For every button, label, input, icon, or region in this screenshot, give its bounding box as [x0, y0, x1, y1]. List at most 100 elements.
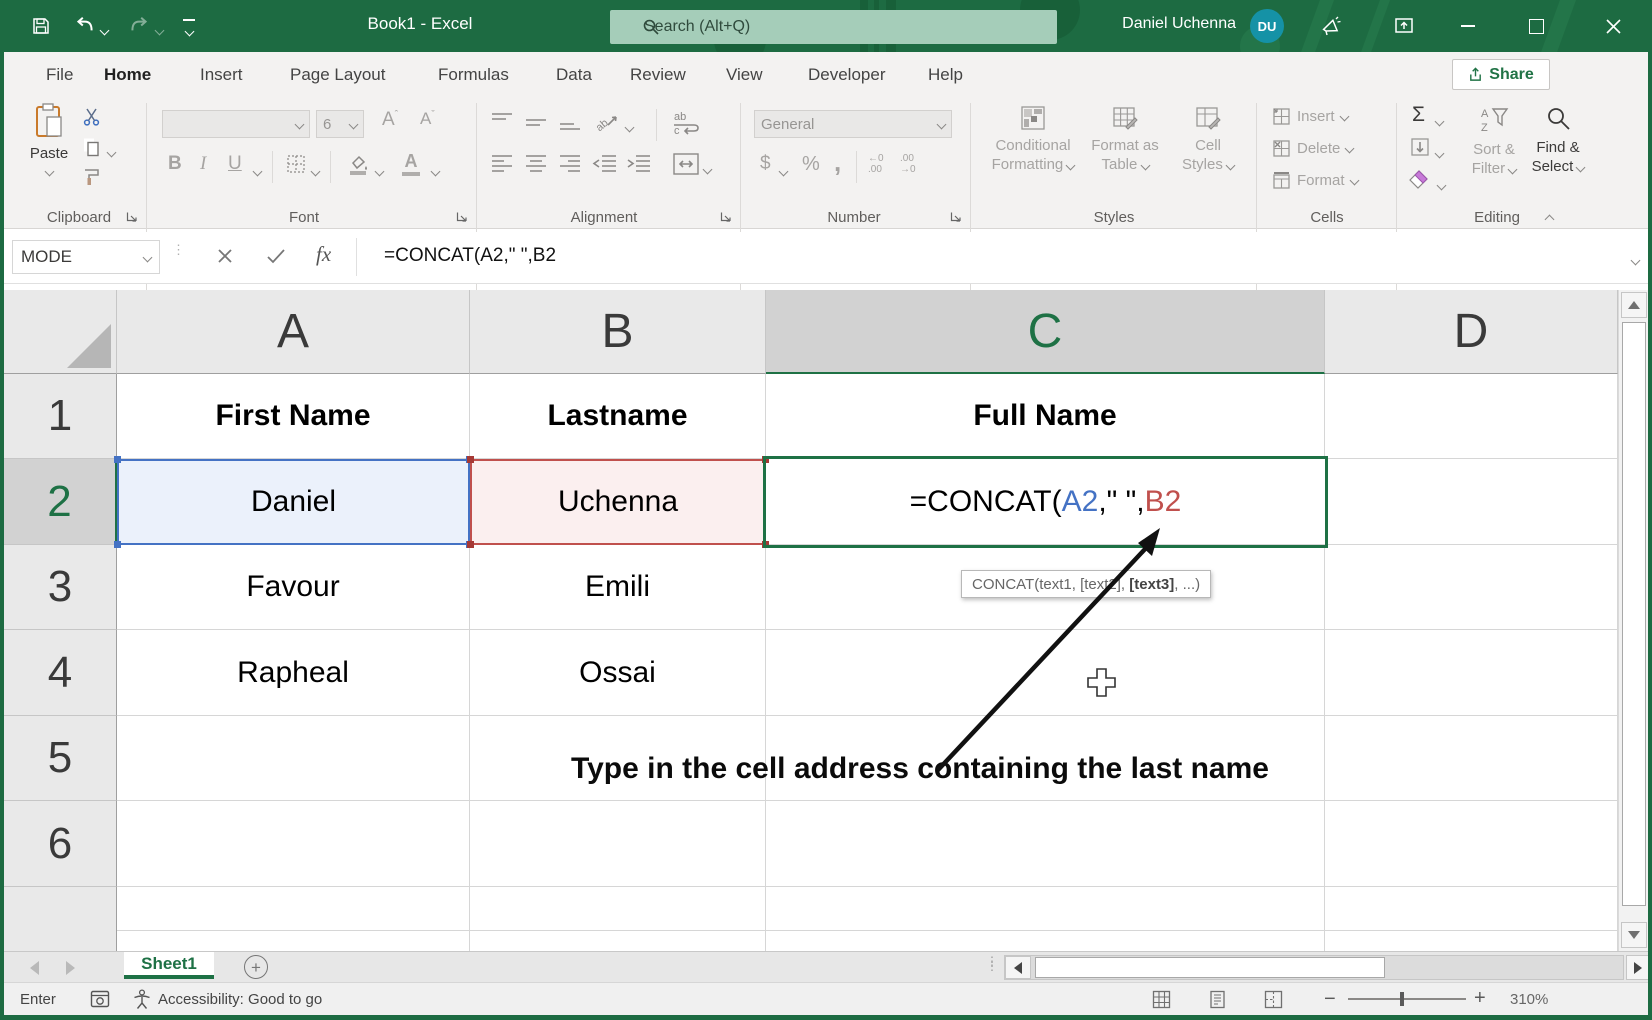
- fill-button[interactable]: [1410, 137, 1430, 157]
- clipboard-dialog-launcher-icon[interactable]: [126, 211, 138, 223]
- tab-data[interactable]: Data: [552, 52, 596, 97]
- font-color-button[interactable]: A: [402, 151, 420, 176]
- column-header-a[interactable]: A: [117, 290, 470, 374]
- font-color-dropdown-icon[interactable]: [432, 163, 439, 181]
- cell-C4[interactable]: [766, 630, 1325, 716]
- expand-formula-bar-icon[interactable]: [1632, 252, 1639, 270]
- format-as-table-button[interactable]: Format asTable: [1082, 105, 1168, 174]
- decrease-decimal-button[interactable]: .00→0: [900, 153, 916, 175]
- cell-C7[interactable]: [766, 887, 1325, 931]
- bold-button[interactable]: B: [168, 153, 182, 175]
- cell-A1[interactable]: First Name: [117, 374, 470, 459]
- decrease-font-size-button[interactable]: Aˇ: [420, 109, 435, 129]
- cell-B7[interactable]: [470, 887, 766, 931]
- number-dialog-launcher-icon[interactable]: [950, 211, 962, 223]
- collapse-ribbon-button[interactable]: [1546, 211, 1553, 229]
- clear-button[interactable]: [1406, 169, 1432, 191]
- comma-style-button[interactable]: ,: [834, 147, 841, 178]
- font-size-select[interactable]: 6: [316, 110, 364, 138]
- insert-cells-button[interactable]: Insert: [1272, 107, 1348, 126]
- zoom-slider-track[interactable]: [1348, 998, 1466, 1000]
- cell-C2-formula[interactable]: =CONCAT(A2," ",B2: [766, 459, 1325, 545]
- scroll-up-button[interactable]: [1621, 292, 1647, 318]
- tab-insert[interactable]: Insert: [196, 52, 247, 97]
- tab-home[interactable]: Home: [100, 52, 155, 100]
- cell-styles-button[interactable]: CellStyles: [1172, 105, 1244, 174]
- orientation-button[interactable]: ab: [594, 109, 620, 135]
- cell-D3[interactable]: [1325, 545, 1618, 630]
- cell-D2[interactable]: [1325, 459, 1618, 545]
- merge-center-button[interactable]: [672, 151, 700, 177]
- cell-D8[interactable]: [1325, 931, 1618, 951]
- cell-B6[interactable]: [470, 801, 766, 887]
- sort-filter-button[interactable]: AZ Sort &Filter: [1462, 105, 1526, 178]
- sheet-nav-prev-icon[interactable]: [30, 961, 39, 975]
- align-left-button[interactable]: [490, 153, 514, 175]
- align-center-button[interactable]: [524, 153, 548, 175]
- column-header-b[interactable]: B: [470, 290, 766, 374]
- undo-dropdown-icon[interactable]: [101, 22, 108, 40]
- scroll-right-button[interactable]: [1626, 955, 1650, 980]
- copy-button[interactable]: [82, 137, 115, 162]
- feedback-megaphone-icon[interactable]: [1316, 13, 1344, 39]
- tab-formulas[interactable]: Formulas: [434, 52, 513, 97]
- column-header-d[interactable]: D: [1325, 290, 1618, 374]
- vertical-scrollbar[interactable]: [1618, 290, 1648, 951]
- cut-button[interactable]: [82, 107, 102, 132]
- minimize-button[interactable]: [1444, 0, 1492, 52]
- cell-B3[interactable]: Emili: [470, 545, 766, 630]
- select-all-corner[interactable]: [4, 290, 117, 374]
- underline-button[interactable]: U: [228, 153, 242, 175]
- cell-C6[interactable]: [766, 801, 1325, 887]
- cell-A6[interactable]: [117, 801, 470, 887]
- formula-bar-input[interactable]: =CONCAT(A2," ",B2: [384, 245, 556, 267]
- cell-D6[interactable]: [1325, 801, 1618, 887]
- user-name[interactable]: Daniel Uchenna: [1106, 15, 1236, 33]
- quick-access-toolbar-menu[interactable]: [182, 19, 196, 41]
- increase-decimal-button[interactable]: ←0.00: [868, 153, 884, 175]
- increase-indent-button[interactable]: [626, 153, 652, 175]
- format-painter-button[interactable]: [82, 167, 102, 192]
- borders-button[interactable]: [286, 154, 306, 174]
- wrap-text-button[interactable]: abc: [672, 109, 700, 135]
- redo-dropdown-icon[interactable]: [156, 22, 163, 40]
- alignment-dialog-launcher-icon[interactable]: [720, 211, 732, 223]
- autosum-dropdown-icon[interactable]: [1436, 113, 1443, 131]
- format-cells-button[interactable]: Format: [1272, 171, 1358, 190]
- cell-D7[interactable]: [1325, 887, 1618, 931]
- cell-B2[interactable]: Uchenna: [470, 459, 766, 545]
- cell-C1[interactable]: Full Name: [766, 374, 1325, 459]
- close-button[interactable]: [1588, 0, 1638, 52]
- sheet-tab-sheet1[interactable]: Sheet1: [124, 952, 214, 979]
- cancel-entry-icon[interactable]: [216, 247, 234, 265]
- undo-button[interactable]: [70, 13, 100, 39]
- scroll-left-button[interactable]: [1005, 956, 1031, 979]
- cell-A2[interactable]: Daniel: [117, 459, 470, 545]
- cell-A7[interactable]: [117, 887, 470, 931]
- row-header-2[interactable]: 2: [4, 459, 117, 545]
- zoom-slider-thumb[interactable]: [1400, 992, 1404, 1006]
- align-right-button[interactable]: [558, 153, 582, 175]
- cell-A5[interactable]: [117, 716, 470, 801]
- maximize-button[interactable]: [1512, 0, 1560, 52]
- share-button[interactable]: Share: [1452, 59, 1550, 90]
- row-header-4[interactable]: 4: [4, 630, 117, 716]
- align-bottom-button[interactable]: [558, 111, 582, 133]
- horizontal-scroll-thumb[interactable]: [1035, 957, 1385, 978]
- orientation-dropdown-icon[interactable]: [626, 119, 633, 137]
- cell-D4[interactable]: [1325, 630, 1618, 716]
- align-top-button[interactable]: [490, 111, 514, 133]
- cell-C8[interactable]: [766, 931, 1325, 951]
- number-format-select[interactable]: General: [754, 110, 952, 138]
- decrease-indent-button[interactable]: [592, 153, 618, 175]
- conditional-formatting-button[interactable]: ConditionalFormatting: [988, 105, 1078, 174]
- vertical-scroll-thumb[interactable]: [1622, 322, 1646, 906]
- tab-page-layout[interactable]: Page Layout: [286, 52, 389, 97]
- zoom-in-button[interactable]: +: [1474, 987, 1486, 1010]
- row-header-6[interactable]: 6: [4, 801, 117, 887]
- name-box[interactable]: MODE: [12, 240, 160, 274]
- borders-dropdown-icon[interactable]: [312, 163, 319, 181]
- tab-review[interactable]: Review: [626, 52, 690, 97]
- zoom-level[interactable]: 310%: [1510, 991, 1548, 1008]
- horizontal-scrollbar[interactable]: [1004, 955, 1624, 980]
